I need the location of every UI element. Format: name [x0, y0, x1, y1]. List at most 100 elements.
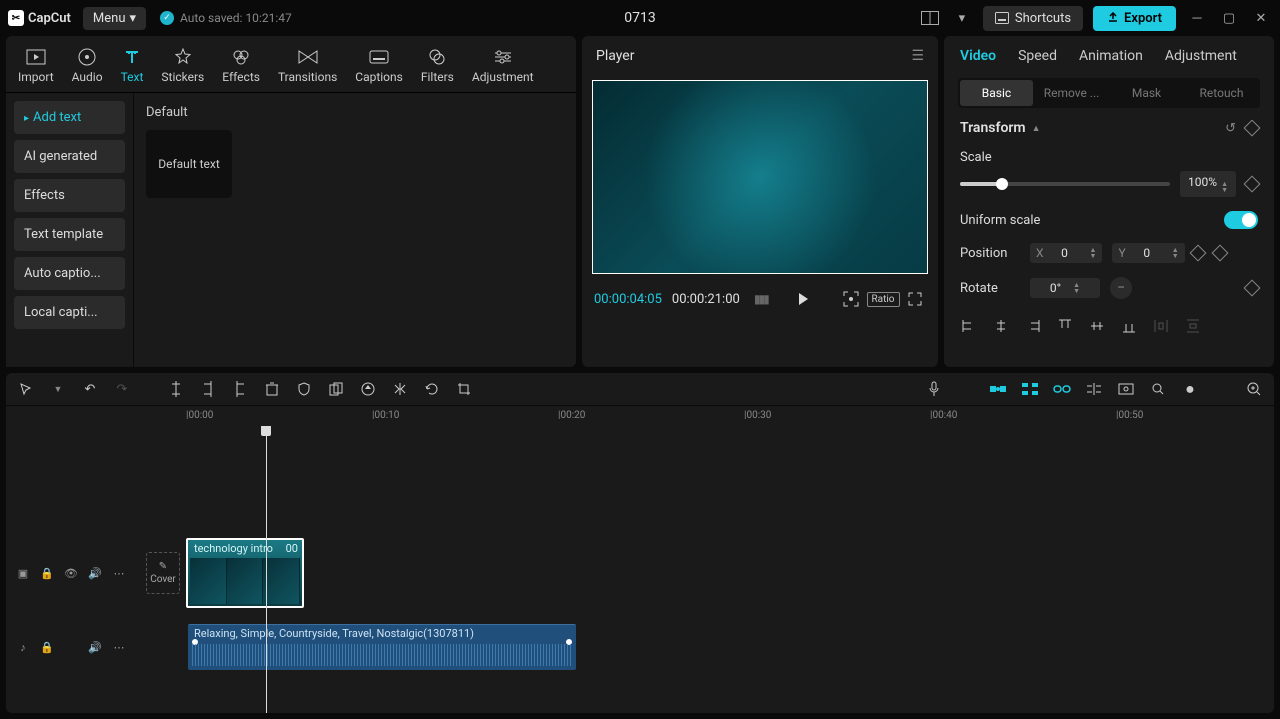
audio-clip[interactable]: Relaxing, Simple, Countryside, Travel, N… [188, 624, 576, 670]
tab-stickers[interactable]: Stickers [153, 42, 212, 92]
keyframe-icon[interactable] [1244, 280, 1261, 297]
sidebar-item-local-captions[interactable]: Local capti... [14, 296, 125, 329]
spinner-icon[interactable]: ▲▼ [1221, 181, 1228, 193]
menu-button[interactable]: Menu ▾ [83, 7, 146, 30]
scale-value[interactable]: 100%▲▼ [1180, 171, 1236, 197]
preview-cut-icon[interactable] [1084, 379, 1104, 399]
copy-icon[interactable] [326, 379, 346, 399]
align-bottom-icon[interactable] [1120, 317, 1138, 335]
tab-captions[interactable]: Captions [347, 42, 411, 92]
mic-icon[interactable] [924, 379, 944, 399]
align-right-icon[interactable] [1024, 317, 1042, 335]
reset-icon[interactable]: ↺ [1225, 121, 1236, 136]
play-button[interactable] [792, 288, 814, 310]
sidebar-item-add-text[interactable]: Add text [14, 101, 125, 134]
align-center-v-icon[interactable] [1088, 317, 1106, 335]
mute-icon[interactable]: 🔊 [88, 566, 102, 580]
spinner-icon[interactable]: ▲▼ [1073, 282, 1080, 294]
prop-tab-adjustment[interactable]: Adjustment [1165, 48, 1237, 64]
tab-import[interactable]: Import [10, 42, 62, 92]
fullscreen-icon[interactable] [904, 288, 926, 310]
track-type-icon[interactable]: ♪ [16, 640, 30, 654]
sidebar-item-effects[interactable]: Effects [14, 179, 125, 212]
trim-right-icon[interactable] [230, 379, 250, 399]
lock-icon[interactable]: 🔒 [40, 640, 54, 654]
zoom-out-icon[interactable] [1148, 379, 1168, 399]
eye-icon[interactable]: 👁 [64, 566, 78, 580]
subtab-mask[interactable]: Mask [1110, 80, 1183, 106]
reverse-icon[interactable] [358, 379, 378, 399]
keyframe-icon[interactable] [1211, 245, 1228, 262]
layout-icon[interactable] [919, 7, 941, 29]
track-type-icon[interactable]: ▣ [16, 566, 30, 580]
prop-tab-animation[interactable]: Animation [1079, 48, 1143, 64]
ratio-button[interactable]: Ratio [872, 288, 894, 310]
shortcuts-button[interactable]: Shortcuts [983, 6, 1083, 31]
distribute-h-icon[interactable] [1152, 317, 1170, 335]
minimize-icon[interactable]: ─ [1186, 7, 1208, 29]
keyframe-icon[interactable] [1244, 120, 1261, 136]
subtab-basic[interactable]: Basic [960, 80, 1033, 106]
undo-icon[interactable]: ↶ [80, 379, 100, 399]
shield-icon[interactable] [294, 379, 314, 399]
rotate-icon[interactable] [422, 379, 442, 399]
crop-icon[interactable] [454, 379, 474, 399]
player-menu-icon[interactable]: ☰ [911, 48, 924, 64]
spinner-icon[interactable]: ▲▼ [1172, 247, 1179, 259]
collapse-icon[interactable]: ▲ [1032, 123, 1041, 134]
playhead[interactable] [266, 426, 267, 713]
chevron-down-icon[interactable]: ▾ [951, 7, 973, 29]
lock-icon[interactable]: 🔒 [40, 566, 54, 580]
focus-icon[interactable] [840, 288, 862, 310]
scale-slider[interactable] [960, 182, 1170, 186]
keyframe-icon[interactable] [1244, 176, 1261, 193]
prop-tab-video[interactable]: Video [960, 48, 996, 64]
zoom-fit-icon[interactable]: ● [1180, 379, 1200, 399]
tab-audio[interactable]: Audio [64, 42, 111, 92]
more-icon[interactable]: ⋯ [112, 640, 126, 654]
sidebar-item-ai-generated[interactable]: AI generated [14, 140, 125, 173]
position-y-input[interactable]: Y0▲▼ [1112, 243, 1184, 263]
cover-button[interactable]: ✎ Cover [146, 552, 180, 594]
sidebar-item-auto-captions[interactable]: Auto captio... [14, 257, 125, 290]
trim-left-icon[interactable] [198, 379, 218, 399]
subtab-remove[interactable]: Remove ... [1035, 80, 1108, 106]
position-x-input[interactable]: X0▲▼ [1030, 243, 1102, 263]
video-preview[interactable] [592, 80, 928, 274]
rotate-dial-icon[interactable]: − [1110, 277, 1132, 299]
sidebar-item-text-template[interactable]: Text template [14, 218, 125, 251]
keyframe-icon[interactable] [1189, 245, 1206, 262]
close-icon[interactable]: ✕ [1250, 7, 1272, 29]
tab-text[interactable]: Text [113, 42, 152, 92]
zoom-in-icon[interactable] [1244, 379, 1264, 399]
magnet-track-icon[interactable] [1020, 379, 1040, 399]
link-icon[interactable] [1052, 379, 1072, 399]
subtab-retouch[interactable]: Retouch [1185, 80, 1258, 106]
default-text-thumb[interactable]: Default text [146, 130, 232, 198]
align-center-h-icon[interactable] [992, 317, 1010, 335]
rotate-input[interactable]: 0°▲▼ [1030, 278, 1100, 298]
tab-transitions[interactable]: Transitions [270, 42, 345, 92]
align-top-icon[interactable] [1056, 317, 1074, 335]
tab-adjustment[interactable]: Adjustment [464, 42, 542, 92]
tracks-area[interactable]: ▣ 🔒 👁 🔊 ⋯ ✎ Cover technology intro00 ♪ 🔒… [6, 426, 1274, 713]
maximize-icon[interactable]: ▢ [1218, 7, 1240, 29]
align-left-icon[interactable] [960, 317, 978, 335]
project-title[interactable]: 0713 [624, 10, 655, 26]
uniform-scale-toggle[interactable] [1224, 211, 1258, 229]
magnet-main-icon[interactable] [988, 379, 1008, 399]
timeline-ruler[interactable]: |00:00 |00:10 |00:20 |00:30 |00:40 |00:5… [142, 406, 1274, 426]
chevron-down-icon[interactable]: ▼ [48, 379, 68, 399]
split-icon[interactable] [166, 379, 186, 399]
mirror-icon[interactable] [390, 379, 410, 399]
pointer-icon[interactable] [16, 379, 36, 399]
delete-icon[interactable] [262, 379, 282, 399]
compare-icon[interactable]: ▮▮▮ [750, 288, 772, 310]
distribute-v-icon[interactable] [1184, 317, 1202, 335]
screenshot-icon[interactable] [1116, 379, 1136, 399]
spinner-icon[interactable]: ▲▼ [1090, 247, 1097, 259]
mute-icon[interactable]: 🔊 [88, 640, 102, 654]
video-clip[interactable]: technology intro00 [186, 538, 304, 608]
export-button[interactable]: Export [1093, 6, 1176, 31]
more-icon[interactable]: ⋯ [112, 566, 126, 580]
